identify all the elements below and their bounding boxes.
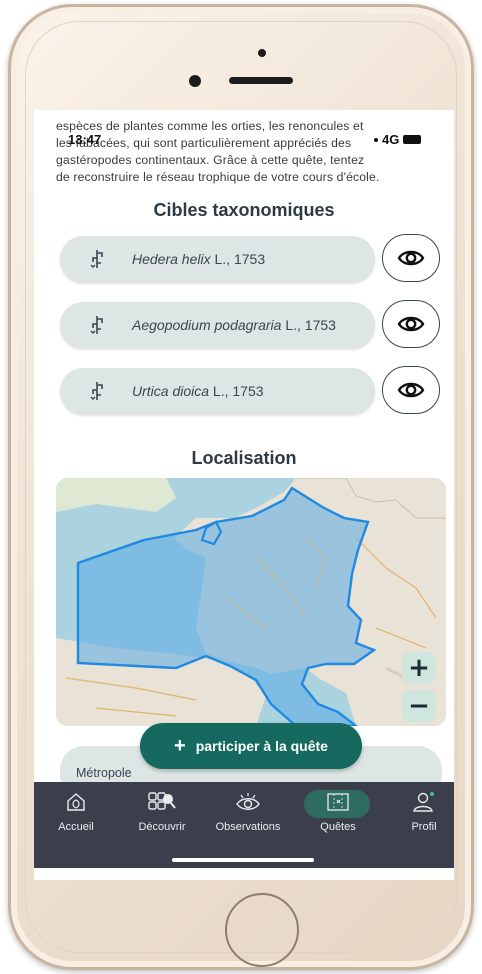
status-indicators: 4G bbox=[374, 132, 422, 147]
plant-icon bbox=[90, 250, 103, 268]
taxon-label: Aegopodium podagraria L., 1753 bbox=[132, 316, 352, 334]
taxon-author: L., 1753 bbox=[209, 383, 264, 399]
user-icon bbox=[409, 790, 439, 814]
section-title-location: Localisation bbox=[191, 448, 297, 468]
eye-icon bbox=[397, 250, 425, 266]
view-taxon-button[interactable] bbox=[382, 366, 440, 414]
nav-label: Accueil bbox=[58, 821, 94, 833]
view-taxon-button[interactable] bbox=[382, 234, 440, 282]
front-camera bbox=[189, 75, 201, 87]
region-label: Métropole bbox=[76, 766, 132, 780]
nav-item-accueil[interactable]: Accueil bbox=[34, 790, 118, 840]
quest-description-line: gastéropodes continentaux. Grâce à cette… bbox=[56, 153, 365, 167]
join-quest-label: participer à la quête bbox=[195, 738, 328, 754]
map-icon bbox=[323, 790, 353, 814]
battery-icon bbox=[403, 135, 422, 144]
nav-label: Profil bbox=[411, 821, 437, 833]
home-leaf-icon bbox=[61, 790, 91, 814]
taxon-scientific-name: Urtica dioica bbox=[132, 383, 210, 399]
location-map[interactable]: + − bbox=[56, 478, 446, 726]
taxon-label: Urtica dioica L., 1753 bbox=[132, 382, 352, 400]
home-button[interactable] bbox=[225, 893, 299, 967]
status-time: 13:47 bbox=[68, 132, 102, 147]
bottom-navigation: Accueil Découvrir Observations Quêtes Pr bbox=[34, 782, 454, 868]
front-sensor bbox=[258, 49, 266, 57]
home-indicator[interactable] bbox=[172, 858, 314, 862]
nav-item-observations[interactable]: Observations bbox=[206, 790, 290, 840]
zoom-out-button[interactable]: − bbox=[402, 690, 436, 722]
nav-label: Observations bbox=[215, 821, 281, 833]
nav-item-profil[interactable]: Profil bbox=[382, 790, 454, 840]
signal-icon bbox=[374, 137, 378, 142]
view-taxon-button[interactable] bbox=[382, 300, 440, 348]
speaker-grille bbox=[229, 77, 293, 84]
plant-icon bbox=[90, 316, 103, 334]
taxon-pill[interactable]: Aegopodium podagraria L., 1753 bbox=[60, 302, 375, 348]
section-title-taxonomic: Cibles taxonomiques bbox=[153, 200, 335, 220]
grid-search-icon bbox=[147, 790, 177, 814]
nav-label: Découvrir bbox=[138, 821, 186, 833]
taxon-pill[interactable]: Urtica dioica L., 1753 bbox=[60, 368, 375, 414]
taxon-row: Hedera helix L., 1753 bbox=[60, 234, 440, 286]
taxon-label: Hedera helix L., 1753 bbox=[132, 250, 352, 268]
taxon-author: L., 1753 bbox=[281, 317, 336, 333]
plus-icon: + bbox=[174, 735, 186, 757]
eye-icon bbox=[397, 316, 425, 332]
network-label: 4G bbox=[382, 132, 400, 147]
taxon-scientific-name: Hedera helix bbox=[132, 251, 211, 267]
quest-description: espèces de plantes comme les orties, les… bbox=[56, 118, 432, 186]
status-bar: 13:47 4G bbox=[34, 132, 454, 150]
join-quest-button[interactable]: + participer à la quête bbox=[140, 723, 362, 769]
taxon-row: Aegopodium podagraria L., 1753 bbox=[60, 300, 440, 352]
quest-description-line: de reconstruire le réseau trophique de v… bbox=[56, 170, 380, 184]
nav-item-decouvrir[interactable]: Découvrir bbox=[120, 790, 204, 840]
nav-label: Quêtes bbox=[320, 821, 356, 833]
eye-icon bbox=[397, 382, 425, 398]
taxon-row: Urtica dioica L., 1753 bbox=[60, 366, 440, 418]
eye-icon bbox=[233, 790, 263, 814]
taxon-author: L., 1753 bbox=[210, 251, 266, 267]
zoom-in-button[interactable]: + bbox=[402, 652, 436, 684]
plant-icon bbox=[90, 382, 103, 400]
taxon-pill[interactable]: Hedera helix L., 1753 bbox=[60, 236, 375, 282]
app-screen: espèces de plantes comme les orties, les… bbox=[34, 110, 454, 880]
taxon-scientific-name: Aegopodium podagraria bbox=[132, 317, 282, 333]
nav-item-quetes[interactable]: Quêtes bbox=[296, 790, 380, 840]
map-canvas[interactable] bbox=[56, 478, 446, 726]
